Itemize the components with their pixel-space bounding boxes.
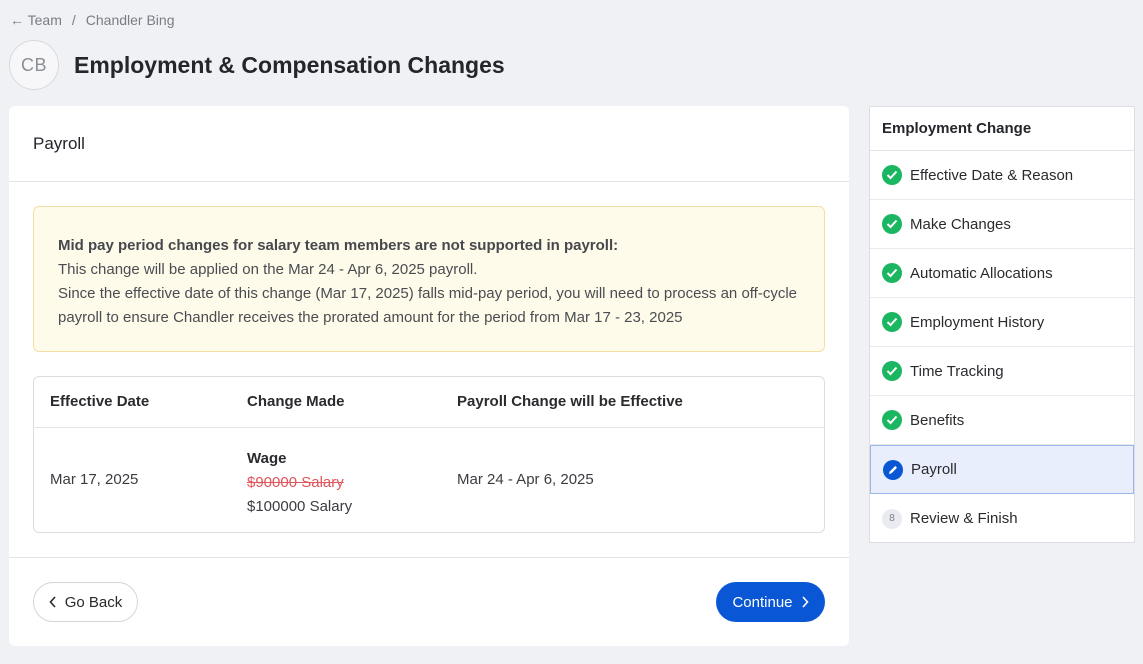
avatar: CB: [9, 40, 59, 90]
step-payroll[interactable]: Payroll: [870, 445, 1134, 494]
step-label: Automatic Allocations: [910, 264, 1053, 282]
check-circle-icon: [882, 312, 902, 332]
breadcrumb: ← Team / Chandler Bing: [10, 12, 175, 28]
breadcrumb-current: Chandler Bing: [85, 12, 175, 28]
step-label: Review & Finish: [910, 510, 1018, 527]
change-label: Wage: [247, 450, 287, 467]
steps-sidebar: Employment Change Effective Date & Reaso…: [869, 106, 1135, 543]
step-label: Make Changes: [910, 215, 1011, 233]
continue-label: Continue: [732, 593, 793, 611]
table-header: Effective Date Change Made Payroll Chang…: [34, 377, 824, 428]
check-circle-icon: [882, 165, 902, 185]
column-header-effective-date: Effective Date: [50, 393, 150, 410]
alert-line-1: This change will be applied on the Mar 2…: [58, 261, 478, 278]
warning-alert: Mid pay period changes for salary team m…: [33, 206, 825, 352]
check-circle-icon: [882, 214, 902, 234]
new-wage-value: $100000 Salary: [247, 498, 353, 515]
arrow-left-icon: ←: [10, 12, 24, 28]
page-header: CB Employment & Compensation Changes: [9, 40, 505, 90]
card-footer: Go Back Continue: [9, 557, 849, 646]
step-label: Time Tracking: [910, 362, 1004, 380]
table-row: Mar 17, 2025 Wage $90000 Salary $100000 …: [34, 428, 824, 532]
go-back-button[interactable]: Go Back: [33, 582, 138, 622]
breadcrumb-back-link[interactable]: ← Team: [10, 12, 62, 28]
step-review-finish[interactable]: 8 Review & Finish: [870, 494, 1134, 543]
payroll-effective-cell: Mar 24 - Apr 6, 2025: [457, 471, 594, 488]
changes-table: Effective Date Change Made Payroll Chang…: [33, 376, 825, 533]
step-label: Employment History: [910, 313, 1045, 331]
pencil-icon: [883, 459, 903, 480]
card-title: Payroll: [9, 106, 849, 182]
alert-title: Mid pay period changes for salary team m…: [58, 237, 619, 254]
alert-line-2: Since the effective date of this change …: [58, 285, 798, 326]
step-label: Benefits: [910, 411, 965, 429]
old-wage-value: $90000 Salary: [247, 474, 344, 491]
step-automatic-allocations[interactable]: Automatic Allocations: [870, 249, 1134, 298]
breadcrumb-team: Team: [27, 12, 62, 28]
effective-date-cell: Mar 17, 2025: [50, 471, 139, 488]
step-effective-date-reason[interactable]: Effective Date & Reason: [870, 151, 1134, 200]
check-circle-icon: [882, 263, 902, 283]
sidebar-title: Employment Change: [870, 107, 1134, 151]
column-header-change-made: Change Made: [247, 393, 345, 410]
column-header-payroll-effective: Payroll Change will be Effective: [457, 393, 683, 410]
chevron-left-icon: [49, 596, 56, 608]
change-made-cell: Wage $90000 Salary $100000 Salary: [247, 447, 352, 519]
breadcrumb-separator: /: [71, 12, 76, 28]
step-employment-history[interactable]: Employment History: [870, 298, 1134, 347]
chevron-right-icon: [801, 596, 809, 608]
check-circle-icon: [882, 361, 902, 381]
step-make-changes[interactable]: Make Changes: [870, 200, 1134, 249]
step-benefits[interactable]: Benefits: [870, 396, 1134, 445]
payroll-card: Payroll Mid pay period changes for salar…: [9, 106, 849, 646]
step-time-tracking[interactable]: Time Tracking: [870, 347, 1134, 396]
step-label: Effective Date & Reason: [910, 166, 1074, 184]
go-back-label: Go Back: [64, 593, 123, 611]
check-circle-icon: [882, 410, 902, 430]
page-title: Employment & Compensation Changes: [74, 51, 505, 78]
step-number-badge: 8: [882, 508, 902, 529]
step-label: Payroll: [911, 461, 957, 478]
continue-button[interactable]: Continue: [716, 582, 825, 622]
